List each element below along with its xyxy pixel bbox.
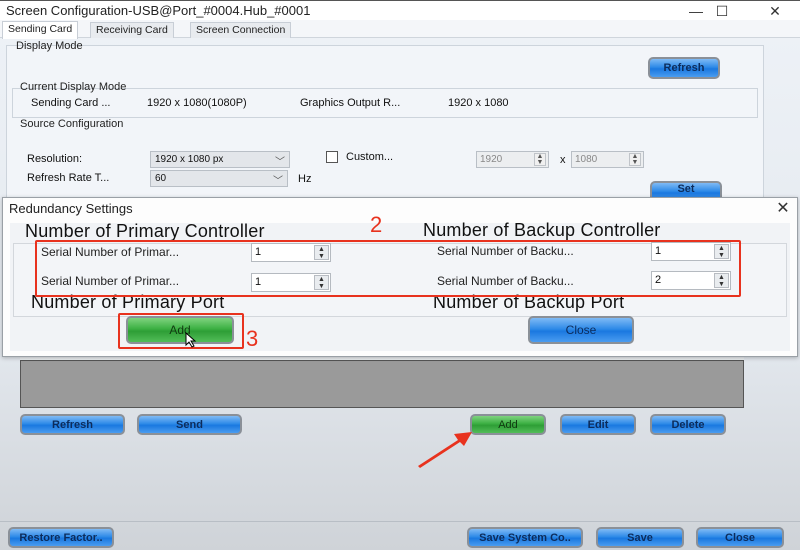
custom-height-input[interactable]: 1080 ▲ ▼: [571, 151, 644, 168]
custom-label: Custom...: [346, 151, 394, 163]
chevron-down-icon: ﹀: [273, 176, 283, 187]
primary-port-input[interactable]: 1 ▲ ▼: [251, 273, 331, 292]
save-button[interactable]: Save: [596, 527, 684, 548]
custom-height-value: 1080: [575, 154, 598, 165]
red-arrow-annotation: [418, 432, 472, 468]
title-bar: Screen Configuration-USB@Port_#0004.Hub_…: [0, 0, 800, 20]
redundancy-settings-dialog: Redundancy Settings ✕ Number of Primary …: [2, 197, 798, 357]
sending-card-value: 1920 x 1080(1080P): [147, 97, 247, 109]
primary-controller-value: 1: [255, 246, 262, 258]
mouse-cursor-icon: [185, 332, 197, 348]
chevron-down-icon: ﹀: [275, 157, 285, 168]
maximize-button[interactable]: ☐: [702, 1, 742, 21]
current-display-mode-legend: Current Display Mode: [20, 81, 127, 93]
display-refresh-button[interactable]: Refresh: [648, 57, 720, 79]
custom-width-input[interactable]: 1920 ▲ ▼: [476, 151, 549, 168]
spinner-icon[interactable]: ▲ ▼: [314, 245, 329, 260]
spinner-icon[interactable]: ▲ ▼: [314, 275, 329, 290]
add-redundancy-button[interactable]: Add: [470, 414, 546, 435]
save-system-config-button[interactable]: Save System Co..: [467, 527, 583, 548]
hz-label: Hz: [298, 173, 312, 185]
custom-width-value: 1920: [480, 154, 503, 165]
tab-screen-connection[interactable]: Screen Connection: [190, 22, 292, 38]
annotation-primary-controller: Number of Primary Controller: [25, 221, 265, 241]
refresh-rate-dropdown[interactable]: 60 ﹀: [150, 170, 288, 187]
primary-controller-label: Serial Number of Primar...: [41, 245, 180, 259]
sending-card-label: Sending Card ...: [31, 97, 111, 109]
dialog-close-button[interactable]: ✕: [771, 198, 795, 218]
primary-port-label: Serial Number of Primar...: [41, 274, 180, 288]
annotation-step-2: 2: [370, 212, 383, 237]
graphics-output-value: 1920 x 1080: [448, 97, 509, 109]
backup-port-label: Serial Number of Backu...: [437, 274, 574, 288]
primary-controller-input[interactable]: 1 ▲ ▼: [251, 243, 331, 262]
custom-checkbox[interactable]: [326, 151, 338, 163]
window-close-button[interactable]: ✕: [755, 1, 795, 21]
backup-port-value: 2: [655, 274, 662, 286]
backup-controller-value: 1: [655, 245, 662, 257]
resolution-dropdown[interactable]: 1920 x 1080 px ﹀: [150, 151, 290, 168]
window-title: Screen Configuration-USB@Port_#0004.Hub_…: [6, 3, 311, 18]
dialog-close-action-button[interactable]: Close: [528, 316, 634, 344]
dialog-add-button[interactable]: Add: [126, 316, 234, 344]
spinner-icon[interactable]: ▲ ▼: [629, 153, 641, 166]
primary-port-value: 1: [255, 276, 262, 288]
close-icon: ✕: [769, 2, 781, 19]
tab-receiving-card[interactable]: Receiving Card: [90, 22, 174, 38]
resolution-label: Resolution:: [27, 153, 83, 165]
display-mode-legend: Display Mode: [16, 40, 83, 52]
tab-bar: Sending Card Receiving Card Screen Conne…: [0, 20, 800, 39]
table-refresh-button[interactable]: Refresh: [20, 414, 125, 435]
arrow-icon: [418, 432, 472, 468]
backup-controller-input[interactable]: 1 ▲ ▼: [651, 242, 731, 261]
maximize-icon: ☐: [715, 2, 729, 19]
refresh-rate-label: Refresh Rate T...: [27, 172, 110, 184]
delete-button[interactable]: Delete: [650, 414, 726, 435]
close-icon: ✕: [776, 200, 790, 217]
footer-close-button[interactable]: Close: [696, 527, 784, 548]
footer-divider: [0, 521, 800, 522]
dialog-title: Redundancy Settings: [9, 201, 133, 216]
spinner-icon[interactable]: ▲ ▼: [714, 273, 729, 288]
annotation-step-3: 3: [246, 326, 259, 351]
backup-controller-label: Serial Number of Backu...: [437, 244, 574, 258]
resolution-value: 1920 x 1080 px: [155, 154, 224, 165]
edit-button[interactable]: Edit: [560, 414, 636, 435]
spinner-icon[interactable]: ▲ ▼: [714, 244, 729, 259]
backup-port-input[interactable]: 2 ▲ ▼: [651, 271, 731, 290]
refresh-rate-value: 60: [155, 173, 167, 184]
tab-sending-card[interactable]: Sending Card: [2, 21, 79, 39]
restore-factory-button[interactable]: Restore Factor..: [8, 527, 114, 548]
graphics-output-label: Graphics Output R...: [300, 97, 401, 109]
redundancy-table[interactable]: [20, 360, 744, 408]
dialog-close-label: Close: [565, 323, 597, 337]
x-separator: x: [560, 154, 566, 166]
annotation-backup-controller: Number of Backup Controller: [423, 220, 661, 240]
source-config-legend: Source Configuration: [20, 118, 124, 130]
spinner-icon[interactable]: ▲ ▼: [534, 153, 546, 166]
send-button[interactable]: Send: [137, 414, 242, 435]
minimize-icon: —: [689, 3, 703, 19]
